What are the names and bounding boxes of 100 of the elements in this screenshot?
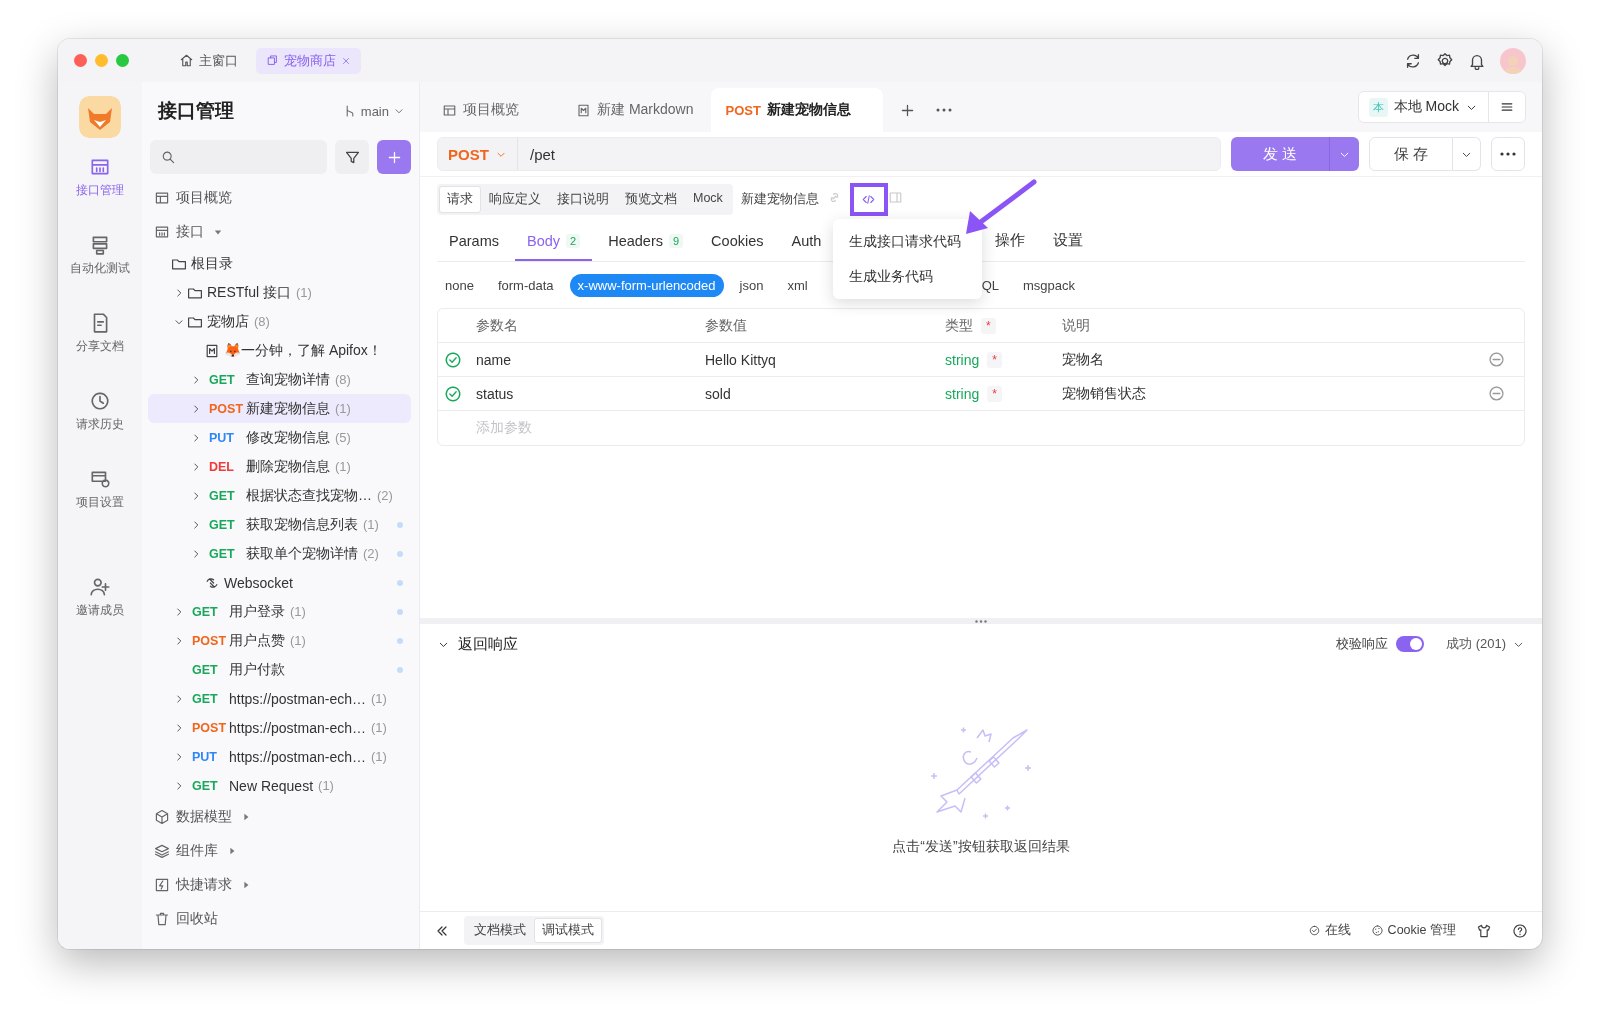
- body-type-option[interactable]: none: [437, 273, 482, 297]
- method-label: PUT: [192, 749, 218, 764]
- tab-label: Auth: [791, 232, 822, 249]
- tree-item[interactable]: Websocket: [148, 568, 411, 597]
- sidebar-section[interactable]: 接口: [142, 215, 419, 249]
- tree-item[interactable]: POST 用户点赞 (1): [148, 626, 411, 655]
- save-button[interactable]: 保 存: [1369, 137, 1453, 171]
- rail-item[interactable]: 邀请成员: [76, 576, 124, 654]
- item-count: (1): [370, 691, 387, 706]
- tree-item[interactable]: GET 获取单个宠物详情 (2): [148, 539, 411, 568]
- method-label: POST: [192, 720, 228, 735]
- doc-tab[interactable]: Mock: [685, 186, 731, 213]
- endpoint-name: https://postman-ech…: [229, 690, 366, 707]
- body-type-option[interactable]: json: [731, 273, 772, 297]
- menu-item[interactable]: 生成业务代码: [833, 259, 982, 294]
- tree-item[interactable]: GET 根据状态查找宠物… (2): [148, 481, 411, 510]
- endpoint-name: 新建宠物信息: [246, 399, 330, 418]
- section-label: 快捷请求: [176, 876, 232, 894]
- rail-item[interactable]: 分享文档: [76, 312, 124, 390]
- editor-tab[interactable]: POST 新建宠物信息: [711, 88, 884, 132]
- body-type-option[interactable]: msgpack: [1014, 273, 1083, 297]
- count-badge: 2: [566, 233, 581, 248]
- tab-label: Headers: [608, 232, 663, 249]
- online-status[interactable]: 在线: [1307, 922, 1351, 939]
- tree-item[interactable]: PUT 修改宠物信息 (5): [148, 423, 411, 452]
- sidebar-section[interactable]: 数据模型: [142, 800, 419, 834]
- item-count: (5): [335, 430, 351, 445]
- sidebar-section[interactable]: 回收站: [142, 902, 419, 936]
- tree-item[interactable]: PUT https://postman-ech… (1): [148, 742, 411, 771]
- tree-item[interactable]: GET https://postman-ech… (1): [148, 684, 411, 713]
- item-count: (1): [290, 633, 306, 648]
- tree-item[interactable]: GET 用户登录 (1): [148, 597, 411, 626]
- param-tab[interactable]: Auth: [779, 222, 834, 261]
- param-tab[interactable]: Body 2: [514, 222, 593, 261]
- tree-item[interactable]: RESTful 接口 (1): [148, 278, 411, 307]
- tree-item[interactable]: DEL 删除宠物信息 (1): [148, 452, 411, 481]
- tree-item[interactable]: GET New Request (1): [148, 771, 411, 800]
- param-tab[interactable]: 操作: [983, 222, 1038, 261]
- empty-state-text: 点击“发送”按钮获取返回结果: [892, 838, 1070, 856]
- branch-selector[interactable]: main: [342, 103, 405, 119]
- url-field[interactable]: POST /pet: [437, 137, 1221, 171]
- window-tab[interactable]: 宠物商店: [256, 47, 361, 74]
- sidebar-section[interactable]: 快捷请求: [142, 868, 419, 902]
- section-title: 返回响应: [458, 634, 518, 654]
- method-label: POST: [192, 633, 228, 648]
- rail-item[interactable]: 项目设置: [76, 468, 124, 546]
- status-selector[interactable]: 成功 (201): [1446, 635, 1525, 653]
- table-cell: 宠物名: [1062, 350, 1104, 369]
- method-label: GET: [209, 372, 236, 387]
- tree-item[interactable]: 根目录: [148, 249, 411, 278]
- method-label: GET: [192, 604, 219, 619]
- tree-item[interactable]: GET 查询宠物详情 (8): [148, 365, 411, 394]
- tree-item[interactable]: POST https://postman-ech… (1): [148, 713, 411, 742]
- required-mark: *: [981, 317, 996, 334]
- section-label: 组件库: [176, 842, 218, 860]
- editor-tab[interactable]: 项目概览: [428, 88, 558, 132]
- window-tab[interactable]: 主窗口: [169, 47, 248, 74]
- doc-tab[interactable]: 接口说明: [549, 186, 617, 213]
- endpoint-name: 获取单个宠物详情: [246, 544, 358, 563]
- item-count: (1): [363, 517, 379, 532]
- tree-item[interactable]: GET 获取宠物信息列表 (1): [148, 510, 411, 539]
- body-type-option[interactable]: x-www-form-urlencoded: [569, 273, 724, 297]
- endpoint-name: 新建宠物信息: [740, 191, 819, 208]
- endpoint-name: Websocket: [224, 574, 293, 591]
- mode-tab[interactable]: 文档模式: [466, 918, 534, 943]
- doc-tab[interactable]: 请求: [439, 186, 481, 213]
- rail-item[interactable]: 接口管理: [76, 156, 124, 234]
- endpoint-name: https://postman-ech…: [229, 719, 366, 736]
- rail-item[interactable]: 自动化测试: [70, 234, 130, 312]
- tree-item[interactable]: 🦊一分钟，了解 Apifox！: [148, 336, 411, 365]
- table-cell: string: [945, 351, 980, 368]
- editor-tab[interactable]: 新建 Markdown: [562, 88, 708, 132]
- tab-label: 设置: [1053, 231, 1084, 250]
- doc-tab[interactable]: 响应定义: [481, 186, 549, 213]
- param-tab[interactable]: Cookies: [699, 222, 776, 261]
- cookie-button[interactable]: Cookie 管理: [1370, 922, 1456, 939]
- rail-item[interactable]: 请求历史: [76, 390, 124, 468]
- sidebar-section[interactable]: 项目概览: [142, 181, 419, 215]
- table-cell: sold: [705, 385, 731, 402]
- sidebar-section[interactable]: 组件库: [142, 834, 419, 868]
- param-tab[interactable]: 设置: [1041, 222, 1096, 261]
- folder-name: RESTful 接口: [207, 283, 291, 302]
- param-tab[interactable]: Params: [437, 222, 511, 261]
- section-label: 项目概览: [176, 189, 232, 207]
- endpoint-name: 获取宠物信息列表: [246, 515, 358, 534]
- doc-tab[interactable]: 预览文档: [617, 186, 685, 213]
- param-tab[interactable]: Headers 9: [596, 222, 696, 261]
- mode-tab[interactable]: 调试模式: [534, 918, 602, 943]
- menu-item[interactable]: 生成接口请求代码: [833, 224, 982, 259]
- endpoint-name: 查询宠物详情: [246, 370, 330, 389]
- tree-item[interactable]: GET 用户付款: [148, 655, 411, 684]
- tree-item[interactable]: 宠物店 (8): [148, 307, 411, 336]
- body-type-option[interactable]: form-data: [489, 273, 562, 297]
- item-count: (2): [363, 546, 379, 561]
- method-label: POST: [725, 102, 761, 118]
- tree-item[interactable]: POST 新建宠物信息 (1): [148, 394, 411, 423]
- body-type-option[interactable]: xml: [779, 273, 816, 297]
- item-count: (1): [290, 604, 306, 619]
- table-cell: string: [945, 385, 980, 402]
- table-cell: name: [476, 351, 512, 368]
